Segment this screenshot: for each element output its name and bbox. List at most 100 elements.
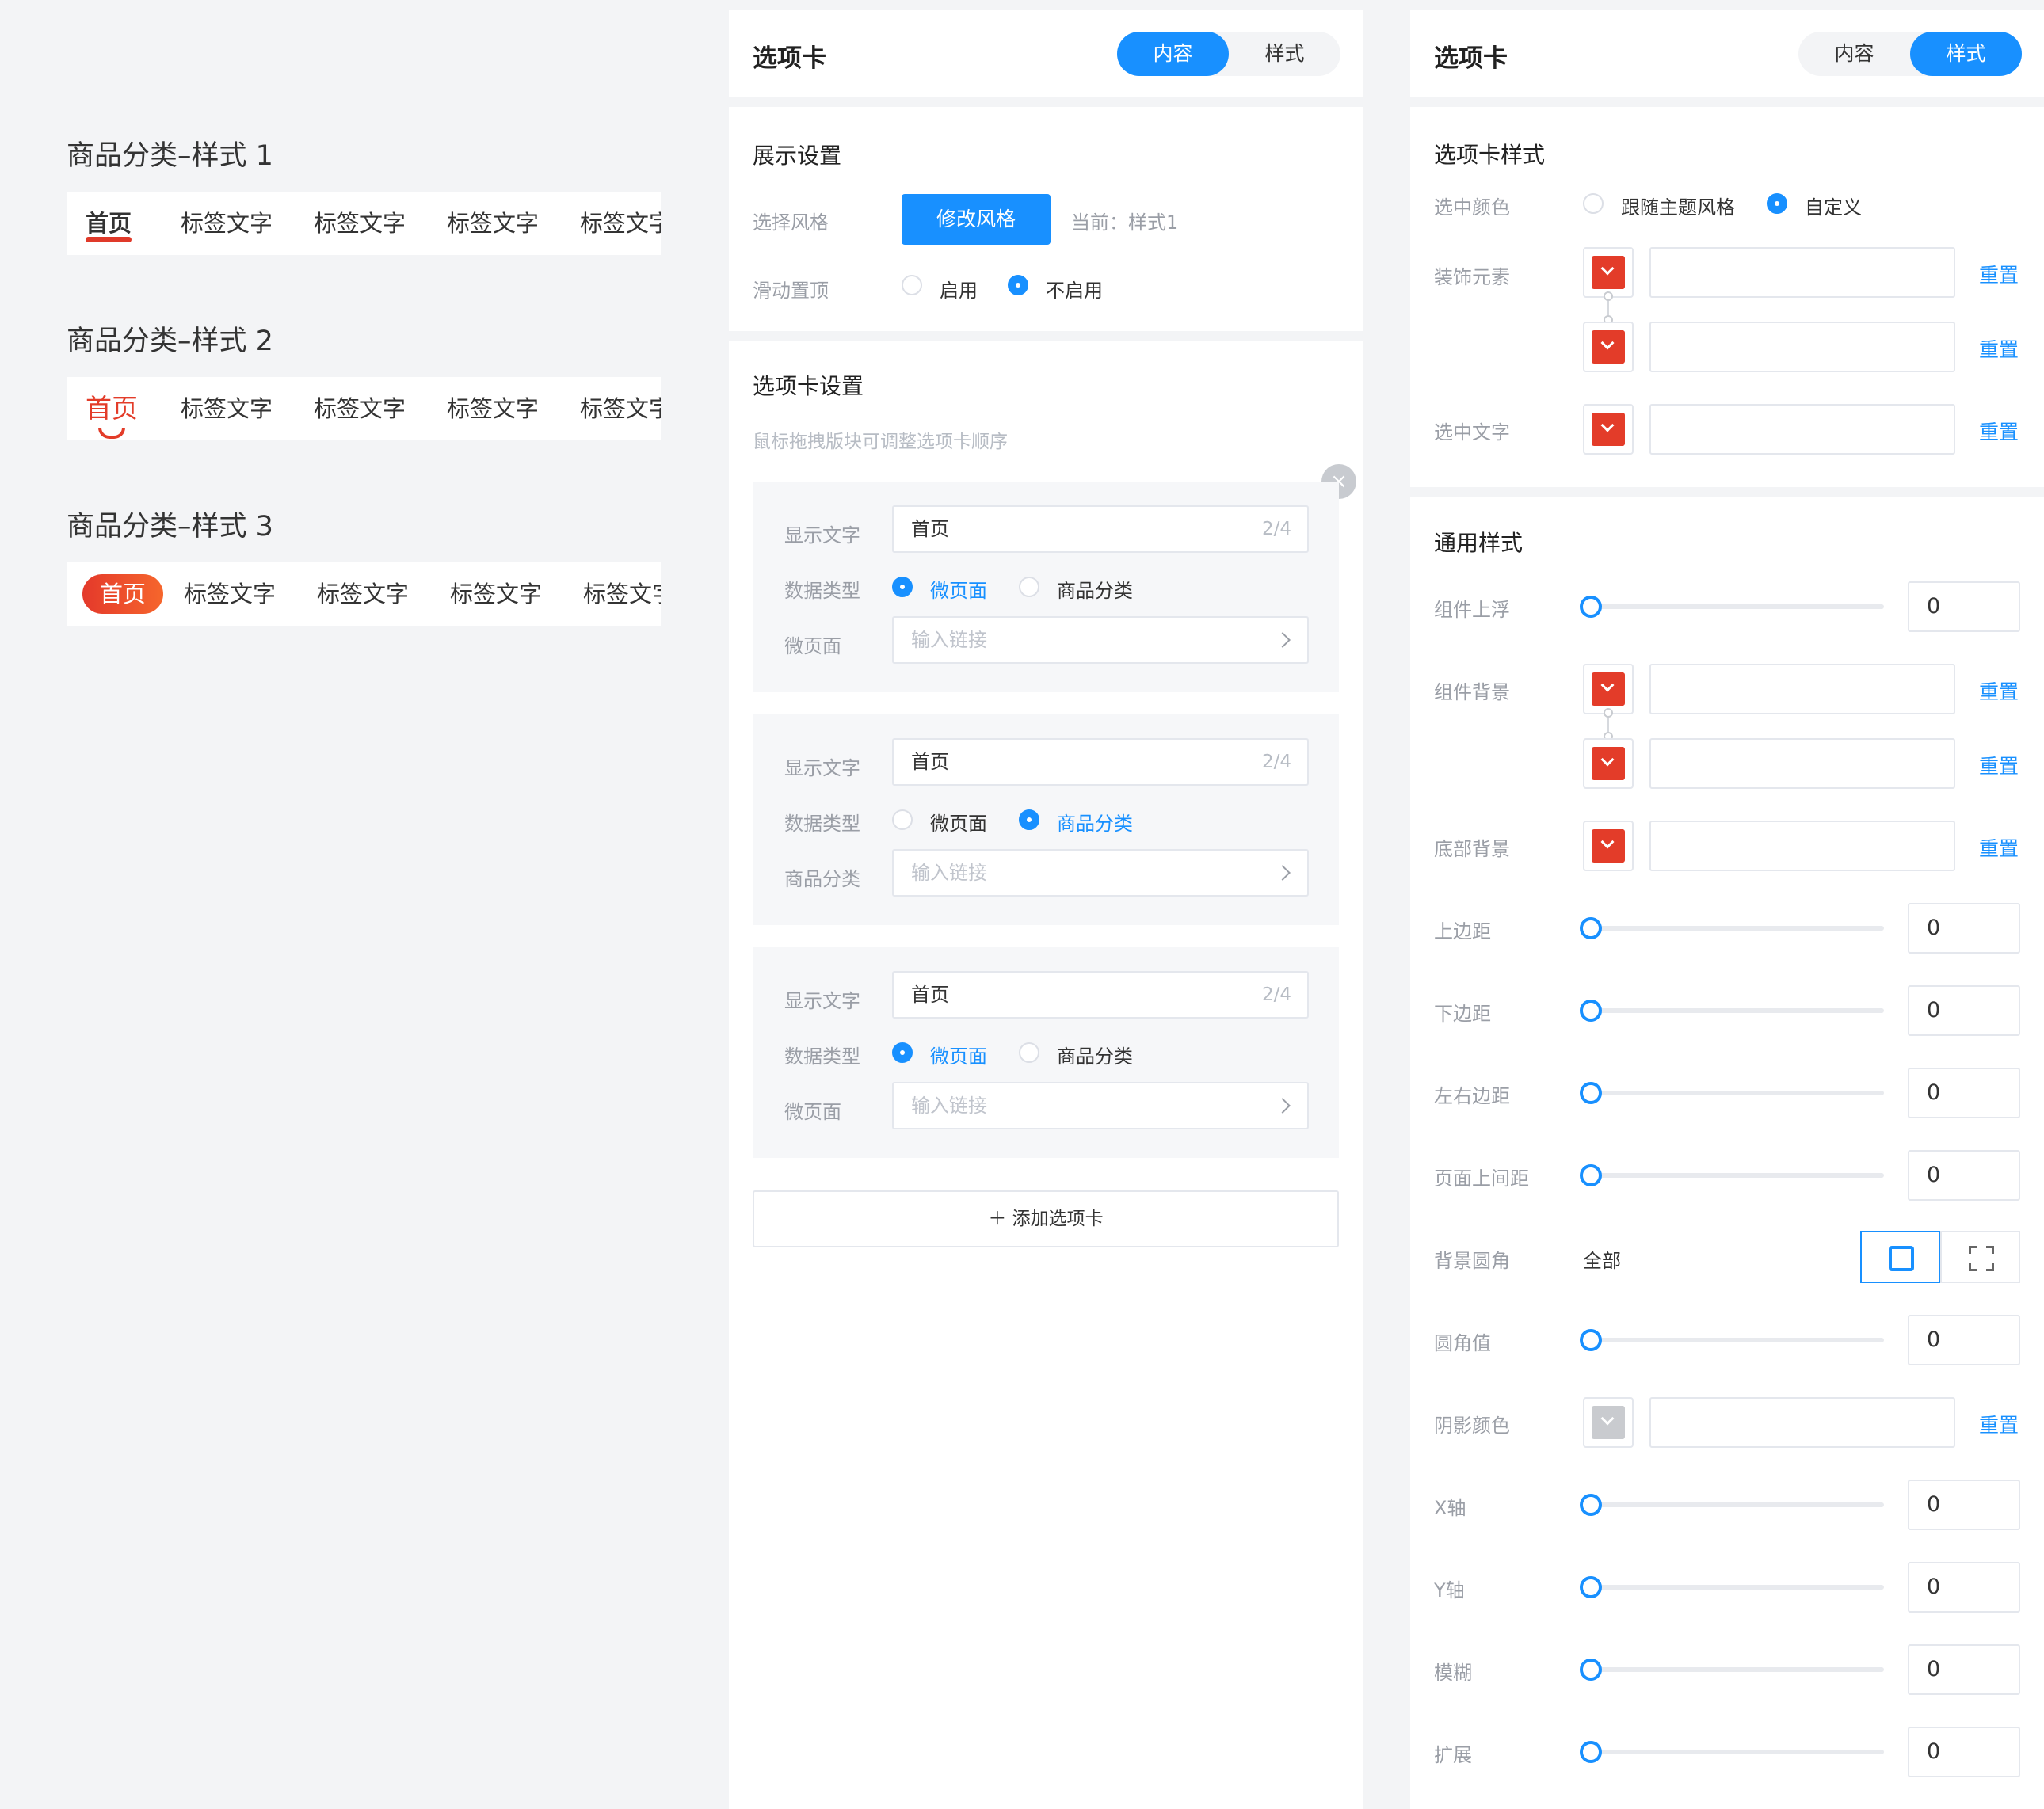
lr-margin-slider-thumb[interactable] — [1580, 1082, 1602, 1104]
component-bg-color-2-input[interactable] — [1649, 738, 1955, 789]
blur-slider-track[interactable] — [1591, 1667, 1884, 1672]
add-tab-button[interactable]: ＋ 添加选项卡 — [753, 1190, 1339, 1247]
component-bg-color-1-input[interactable] — [1649, 664, 1955, 714]
tab-label[interactable]: 标签文字 — [314, 192, 406, 255]
bottom-margin-slider-thumb[interactable] — [1580, 1000, 1602, 1022]
component-bg-color-1-swatch[interactable] — [1583, 664, 1634, 714]
tab-label[interactable]: 标签文字 — [181, 192, 273, 255]
radius-slider-track[interactable] — [1591, 1338, 1884, 1342]
reset-button[interactable]: 重置 — [1979, 260, 2019, 288]
radio-category[interactable] — [1019, 809, 1039, 830]
chevron-down-icon — [1600, 1411, 1615, 1426]
page-gap-slider-thumb[interactable] — [1580, 1164, 1602, 1186]
radio-sticky-off[interactable] — [1008, 275, 1028, 295]
radio-category[interactable] — [1019, 1042, 1039, 1063]
spread-slider-thumb[interactable] — [1580, 1741, 1602, 1763]
link-input[interactable]: 输入链接 — [892, 849, 1309, 897]
radio-sticky-on[interactable] — [902, 275, 922, 295]
tab-home[interactable]: 首页 — [86, 192, 132, 255]
decor-color-2-input[interactable] — [1649, 322, 1955, 372]
x-slider-track[interactable] — [1591, 1502, 1884, 1507]
blur-slider-thumb[interactable] — [1580, 1659, 1602, 1681]
decor-color-1-swatch[interactable] — [1583, 247, 1634, 298]
radius-individual-button[interactable] — [1940, 1231, 2020, 1283]
reset-button[interactable]: 重置 — [1979, 334, 2019, 363]
selected-text-color-swatch[interactable] — [1583, 404, 1634, 455]
blur-input[interactable]: 0 — [1908, 1644, 2020, 1695]
reset-button[interactable]: 重置 — [1979, 417, 2019, 445]
decor-color-1-input[interactable] — [1649, 247, 1955, 298]
float-slider-track[interactable] — [1591, 604, 1884, 609]
modify-style-button[interactable]: 修改风格 — [902, 194, 1051, 245]
lr-margin-input[interactable]: 0 — [1908, 1068, 2020, 1118]
tab-card[interactable]: 显示文字 首页 2/4 数据类型 微页面 商品分类 微页面 输入链接 — [753, 947, 1339, 1158]
tab-label[interactable]: 标签文字 — [447, 192, 539, 255]
x-slider-thumb[interactable] — [1580, 1494, 1602, 1516]
shadow-color-input[interactable] — [1649, 1397, 1955, 1448]
tab-label[interactable]: 标签文字 — [181, 377, 273, 440]
chevron-down-icon — [1600, 752, 1615, 767]
shadow-color-swatch[interactable] — [1583, 1397, 1634, 1448]
bottom-margin-input[interactable]: 0 — [1908, 985, 2020, 1036]
link-input[interactable]: 输入链接 — [892, 1082, 1309, 1129]
display-text-input[interactable]: 首页 2/4 — [892, 738, 1309, 786]
tab-content[interactable]: 内容 — [1117, 32, 1229, 76]
y-slider-track[interactable] — [1591, 1585, 1884, 1590]
radio-custom[interactable] — [1767, 193, 1787, 214]
tab-style[interactable]: 样式 — [1229, 32, 1340, 76]
tab-label[interactable]: 标签文字 — [317, 562, 409, 626]
decor-color-2-swatch[interactable] — [1583, 322, 1634, 372]
radius-input[interactable]: 0 — [1908, 1315, 2020, 1365]
float-input[interactable]: 0 — [1908, 581, 2020, 632]
reset-button[interactable]: 重置 — [1979, 751, 2019, 779]
shadow-color-label: 阴影颜色 — [1434, 1415, 1510, 1437]
top-margin-slider-thumb[interactable] — [1580, 917, 1602, 939]
tab-style[interactable]: 样式 — [1910, 32, 2022, 76]
tab-label[interactable]: 标签文字 — [580, 192, 661, 255]
radio-follow-theme[interactable] — [1583, 193, 1604, 214]
reset-button[interactable]: 重置 — [1979, 833, 2019, 862]
selected-text-color-input[interactable] — [1649, 404, 1955, 455]
bottom-margin-slider-track[interactable] — [1591, 1008, 1884, 1013]
tab-content[interactable]: 内容 — [1798, 32, 1910, 76]
radio-micro-page[interactable] — [892, 809, 913, 830]
link-input[interactable]: 输入链接 — [892, 616, 1309, 664]
tab-label[interactable]: 标签文字 — [580, 377, 661, 440]
spread-slider-track[interactable] — [1591, 1750, 1884, 1754]
float-slider-thumb[interactable] — [1580, 596, 1602, 618]
tab-label[interactable]: 标签文字 — [184, 562, 276, 626]
tab-label[interactable]: 标签文字 — [314, 377, 406, 440]
y-input[interactable]: 0 — [1908, 1562, 2020, 1613]
type-label: 数据类型 — [784, 1045, 860, 1068]
bottom-bg-color-swatch[interactable] — [1583, 821, 1634, 871]
lr-margin-slider-track[interactable] — [1591, 1091, 1884, 1095]
tab-card[interactable]: 显示文字 首页 2/4 数据类型 微页面 商品分类 商品分类 输入链接 — [753, 714, 1339, 925]
spread-input[interactable]: 0 — [1908, 1727, 2020, 1777]
y-slider-thumb[interactable] — [1580, 1576, 1602, 1598]
page-gap-input[interactable]: 0 — [1908, 1150, 2020, 1201]
radius-all-text: 全部 — [1583, 1250, 1621, 1272]
link-label: 微页面 — [784, 635, 841, 657]
component-bg-color-2-swatch[interactable] — [1583, 738, 1634, 789]
display-text-input[interactable]: 首页 2/4 — [892, 971, 1309, 1019]
tab-label[interactable]: 标签文字 — [583, 562, 661, 626]
reset-button[interactable]: 重置 — [1979, 676, 2019, 705]
radio-category[interactable] — [1019, 577, 1039, 597]
bottom-bg-color-input[interactable] — [1649, 821, 1955, 871]
display-text-input[interactable]: 首页 2/4 — [892, 505, 1309, 553]
top-margin-slider-track[interactable] — [1591, 926, 1884, 931]
chevron-down-icon — [1600, 418, 1615, 432]
radio-micro-page[interactable] — [892, 1042, 913, 1063]
tab-label[interactable]: 标签文字 — [447, 377, 539, 440]
page-gap-slider-track[interactable] — [1591, 1173, 1884, 1178]
reset-button[interactable]: 重置 — [1979, 1410, 2019, 1438]
tab-label[interactable]: 标签文字 — [450, 562, 542, 626]
tab-home[interactable]: 首页 — [86, 377, 138, 440]
radius-slider-thumb[interactable] — [1580, 1329, 1602, 1351]
top-margin-input[interactable]: 0 — [1908, 903, 2020, 954]
tab-home-pill[interactable]: 首页 — [82, 574, 164, 614]
tab-card[interactable]: 显示文字 首页 2/4 数据类型 微页面 商品分类 微页面 输入链接 — [753, 482, 1339, 692]
radius-all-button[interactable] — [1860, 1231, 1940, 1283]
radio-micro-page[interactable] — [892, 577, 913, 597]
x-input[interactable]: 0 — [1908, 1480, 2020, 1530]
